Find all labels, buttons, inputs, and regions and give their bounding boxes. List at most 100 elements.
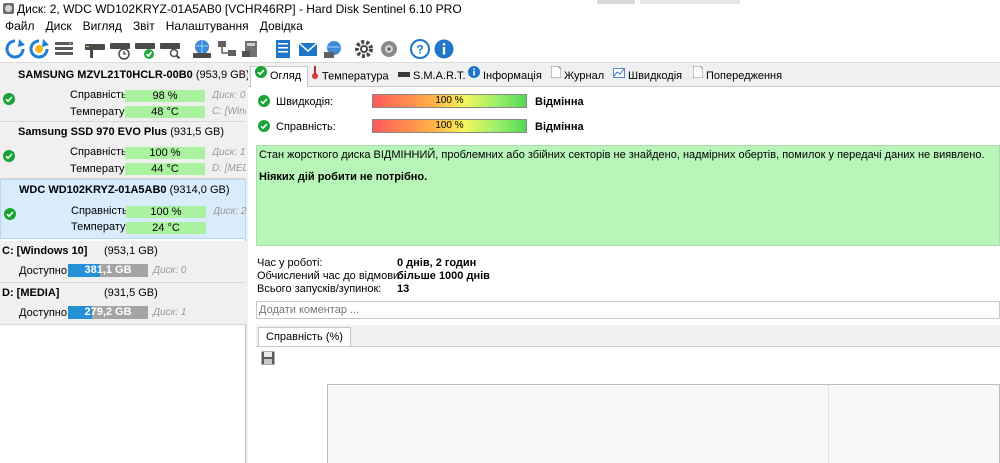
disk-volumes: D: [MEDIA] <box>212 163 246 174</box>
web-status-icon[interactable] <box>322 38 344 60</box>
disk-size: (931,5 GB) <box>170 126 225 138</box>
menu-bar: Файл Диск Вигляд Звіт Налаштування Довід… <box>0 18 1000 35</box>
action-text: Ніяких дій робити не потрібно. <box>259 171 428 183</box>
globe-disk-icon[interactable] <box>191 38 213 60</box>
mail-icon[interactable] <box>297 38 319 60</box>
volume-name: D: [MEDIA] <box>2 287 60 299</box>
check-ok-icon <box>3 150 15 165</box>
disk-number: Диск: 1 <box>212 147 246 158</box>
tab-log[interactable]: Журнал <box>550 65 604 87</box>
tab-health-history[interactable]: Справність (%) <box>258 327 351 347</box>
speed-bar-value: 100 % <box>435 95 464 106</box>
disk-name: Samsung SSD 970 EVO Plus <box>18 126 168 138</box>
health-bar: 98 % <box>125 90 205 102</box>
tab-temperature[interactable]: Температура <box>311 66 389 87</box>
free-space-value: 381,1 GB <box>84 264 132 276</box>
menu-report[interactable]: Звіт <box>128 18 161 35</box>
status-description: Стан жорсткого диска ВІДМІННИЙ, проблемн… <box>256 145 1000 246</box>
details-panel: Огляд Температура S.M.A.R.T. Інформація … <box>248 65 1000 463</box>
disk-list-icon[interactable] <box>53 38 75 60</box>
volume-disk: Диск: 1 <box>153 307 187 318</box>
speed-bar: 100 % <box>372 94 527 108</box>
health-label: Справність: <box>71 205 131 217</box>
speed-label: Швидкодія: <box>276 96 334 108</box>
check-ok-icon <box>3 93 15 108</box>
check-ok-icon <box>4 208 16 223</box>
free-space-bar: 381,1 GB <box>68 264 148 277</box>
history-panel: Справність (%) <box>256 325 1000 463</box>
tab-bar: Огляд Температура S.M.A.R.T. Інформація … <box>248 65 1000 87</box>
tab-performance[interactable]: Швидкодія <box>613 67 682 87</box>
about-icon[interactable] <box>433 38 455 60</box>
tab-information[interactable]: Інформація <box>468 66 542 87</box>
menu-file[interactable]: Файл <box>0 18 41 35</box>
health-bar: 100 % <box>126 206 206 218</box>
speed-value: Відмінна <box>535 96 584 108</box>
volume-item[interactable]: C: [Windows 10] (953,1 GB) Доступно 381,… <box>0 241 246 283</box>
window-control-minimize[interactable] <box>597 0 635 4</box>
save-icon[interactable] <box>261 351 275 365</box>
health-label: Справність: <box>70 89 130 101</box>
remaining-life-value: більше 1000 днів <box>397 270 490 282</box>
disk-name: SAMSUNG MZVL21T0HCLR-00B0 <box>18 69 193 81</box>
disk-size: (953,9 GB) <box>195 69 250 81</box>
tab-smart[interactable]: S.M.A.R.T. <box>398 67 466 87</box>
disk-icon <box>398 66 410 84</box>
thermometer-icon <box>311 66 319 85</box>
health-history-chart <box>327 384 1000 463</box>
chart-gridline <box>828 385 829 463</box>
disk-item-selected[interactable]: WDC WD102KRYZ-01A5AB0 (9314,0 GB) Справн… <box>0 179 246 239</box>
window-control-close[interactable] <box>640 0 740 4</box>
disk-info-icon[interactable] <box>84 38 106 60</box>
volume-size: (953,1 GB) <box>104 245 158 257</box>
free-space-label: Доступно <box>19 265 68 277</box>
disk-check-icon[interactable] <box>134 38 156 60</box>
health-bar-value: 100 % <box>435 120 464 131</box>
title-bar: Диск: 2, WDC WD102KRYZ-01A5AB0 [VCHR46RP… <box>0 0 1000 18</box>
disk-time-icon[interactable] <box>109 38 131 60</box>
disk-number: Диск: 0 <box>212 90 246 101</box>
volume-name: C: [Windows 10] <box>2 245 88 257</box>
disk-name: WDC WD102KRYZ-01A5AB0 <box>19 184 167 196</box>
health-bar: 100 % <box>125 147 205 159</box>
temperature-bar: 44 °C <box>125 163 205 175</box>
disk-number: Диск: 2 <box>213 206 247 217</box>
health-label: Справність: <box>70 146 130 158</box>
free-space-value: 279,2 GB <box>84 306 132 318</box>
network-icon[interactable] <box>216 38 238 60</box>
tab-overview[interactable]: Огляд <box>250 66 309 87</box>
settings-icon[interactable] <box>353 38 375 60</box>
comment-input[interactable] <box>256 301 1000 319</box>
uptime-label: Час у роботі: <box>257 257 323 269</box>
disk-item[interactable]: Samsung SSD 970 EVO Plus (931,5 GB) Спра… <box>0 122 246 179</box>
check-ok-icon <box>258 95 270 110</box>
document-icon <box>692 65 704 84</box>
chart-icon <box>613 66 625 84</box>
temperature-bar: 48 °C <box>125 106 205 118</box>
health-bar: 100 % <box>372 119 527 133</box>
remaining-life-label: Обчислений час до відмови: <box>257 270 403 282</box>
report-icon[interactable] <box>272 38 294 60</box>
volume-disk: Диск: 0 <box>153 265 187 276</box>
health-value: Відмінна <box>535 121 584 133</box>
refresh-all-icon[interactable] <box>28 38 50 60</box>
disk-item[interactable]: SAMSUNG MZVL21T0HCLR-00B0 (953,9 GB) Спр… <box>0 65 250 122</box>
tab-alerts[interactable]: Попередження <box>692 65 782 87</box>
menu-help[interactable]: Довідка <box>255 18 309 35</box>
refresh-icon[interactable] <box>4 38 26 60</box>
disk-search-icon[interactable] <box>159 38 181 60</box>
menu-disk[interactable]: Диск <box>41 18 78 35</box>
document-icon <box>550 65 562 84</box>
app-disk-icon <box>3 3 14 14</box>
disk-volumes: C: [Windows 10] <box>212 106 246 117</box>
sound-icon[interactable] <box>378 38 400 60</box>
power-cycles-value: 13 <box>397 283 410 295</box>
volume-item[interactable]: D: [MEDIA] (931,5 GB) Доступно 279,2 GB … <box>0 283 246 325</box>
menu-settings[interactable]: Налаштування <box>161 18 255 35</box>
menu-view[interactable]: Вигляд <box>78 18 128 35</box>
free-space-label: Доступно <box>19 307 68 319</box>
window-title: Диск: 2, WDC WD102KRYZ-01A5AB0 [VCHR46RP… <box>17 2 462 16</box>
disk-size: (9314,0 GB) <box>169 184 230 196</box>
drive-icon[interactable] <box>241 38 263 60</box>
help-icon[interactable]: ? <box>409 38 431 60</box>
